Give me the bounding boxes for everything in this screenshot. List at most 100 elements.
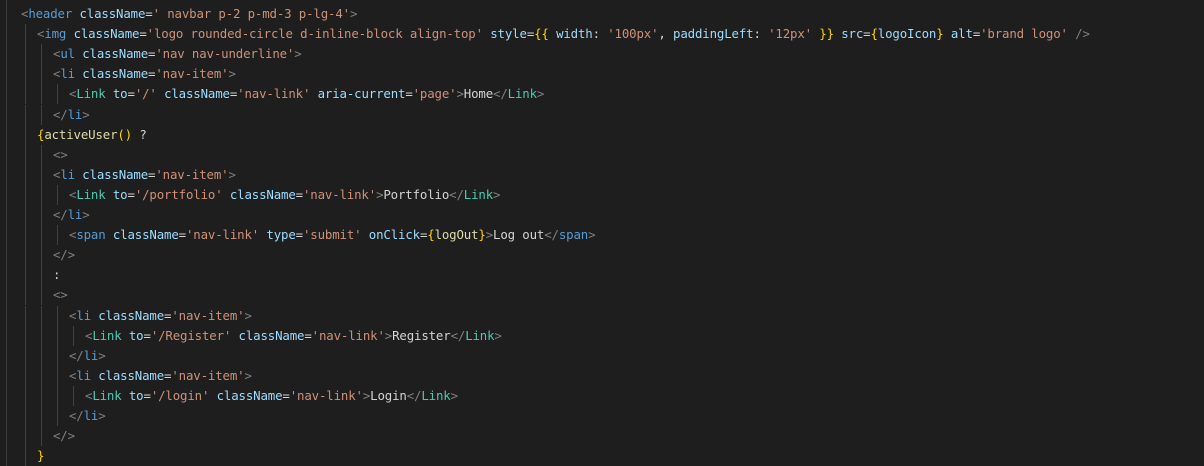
code-line[interactable]: <Link to='/' className='nav-link' aria-c… [69,84,544,104]
code-token: </ [450,327,466,343]
code-token: > [384,327,393,343]
code-line[interactable]: <Link to='/login' className='nav-link'>L… [85,386,458,406]
indent-guide [25,205,26,226]
code-line[interactable]: <ul className='nav nav-underline'> [53,44,302,64]
code-token: li [83,347,99,363]
code-line[interactable]: </li> [53,105,90,125]
code-token: > [228,66,236,82]
code-token: li [60,66,75,82]
code-token: className [82,166,149,182]
code-token: > [244,367,252,383]
code-token: '/Register' [150,327,232,343]
code-token: header [28,6,73,21]
indent-guide [41,305,42,326]
code-token: paddingLeft [673,26,754,42]
code-line[interactable]: : [53,265,60,285]
code-token: Link [463,186,494,202]
code-token: 'submit' [302,227,362,243]
code-line[interactable]: </> [53,426,75,446]
code-line[interactable]: </li> [53,205,90,225]
code-token: > [536,86,545,102]
code-line[interactable]: <li className='nav-item'> [69,306,252,326]
code-token: {{ [534,26,549,42]
indent-guide [25,184,26,205]
indent-guide [41,325,42,346]
indent-guide [57,325,58,346]
code-line[interactable]: <> [53,145,68,165]
code-line[interactable]: } [37,446,44,466]
code-token: </ [69,347,84,363]
code-token: </ [406,387,422,403]
indent-guide [57,305,58,326]
code-token: style [490,26,527,42]
code-token: '/' [134,86,157,102]
indent-guide [25,245,26,266]
code-line[interactable]: <li className='nav-item'> [53,64,236,84]
code-editor[interactable]: <header className=' navbar p-2 p-md-3 p-… [0,0,1204,466]
code-token: > [294,46,302,62]
code-token: > [98,347,106,363]
code-token: li [83,408,99,423]
indent-guide [25,446,26,466]
code-token: className [98,367,165,383]
code-token: className [98,307,165,323]
code-token: > [588,227,596,243]
code-token: img [44,26,67,42]
code-line[interactable]: <Link to='/Register' className='nav-link… [85,326,502,346]
code-token: } [478,227,486,243]
code-token: activeUser [44,126,118,142]
code-token: 'logo rounded-circle d-inline-block alig… [146,26,483,42]
indent-guide [25,345,26,366]
code-line[interactable]: <li className='nav-item'> [69,366,252,386]
code-token: li [67,106,83,122]
code-token: span [76,227,106,243]
code-line[interactable]: <li className='nav-item'> [53,165,236,185]
code-token: Portfolio [383,186,450,202]
code-token: li [67,207,83,222]
code-line[interactable]: <span className='nav-link' type='submit'… [69,225,596,245]
code-token: }} [819,26,834,42]
indent-guide [25,225,26,246]
indent-guide [73,385,74,406]
code-token: > [494,327,502,343]
code-line[interactable]: <header className=' navbar p-2 p-md-3 p-… [21,4,357,24]
code-line[interactable]: {activeUser() ? [37,125,147,145]
indent-guide [41,44,42,65]
code-token: > [244,307,252,323]
code-token: 'nav nav-underline' [155,46,295,62]
code-token: = [405,86,413,102]
code-token: '/login' [150,387,210,403]
indent-guide [41,104,42,125]
indent-guide [57,225,58,246]
code-line[interactable]: </> [53,245,75,265]
indent-guide [41,164,42,185]
code-token: className [229,186,296,202]
code-token: = [295,186,303,202]
code-token: </ [493,86,508,102]
indent-guide [25,104,26,125]
code-line[interactable]: <> [53,285,68,305]
code-token: = [304,327,312,343]
code-token: Home [463,86,494,102]
code-line[interactable]: <img className='logo rounded-circle d-in… [37,24,1090,44]
indent-guide [25,305,26,326]
code-token: Link [421,387,451,403]
code-token: onClick [368,227,420,243]
indent-guide [41,365,42,386]
code-line[interactable]: <Link to='/portfolio' className='nav-lin… [69,185,501,205]
code-token: to [112,86,128,102]
code-token: 'nav-link' [185,227,260,243]
code-line[interactable]: </li> [69,406,106,426]
code-token: > [349,6,358,21]
code-line[interactable]: </li> [69,346,106,366]
